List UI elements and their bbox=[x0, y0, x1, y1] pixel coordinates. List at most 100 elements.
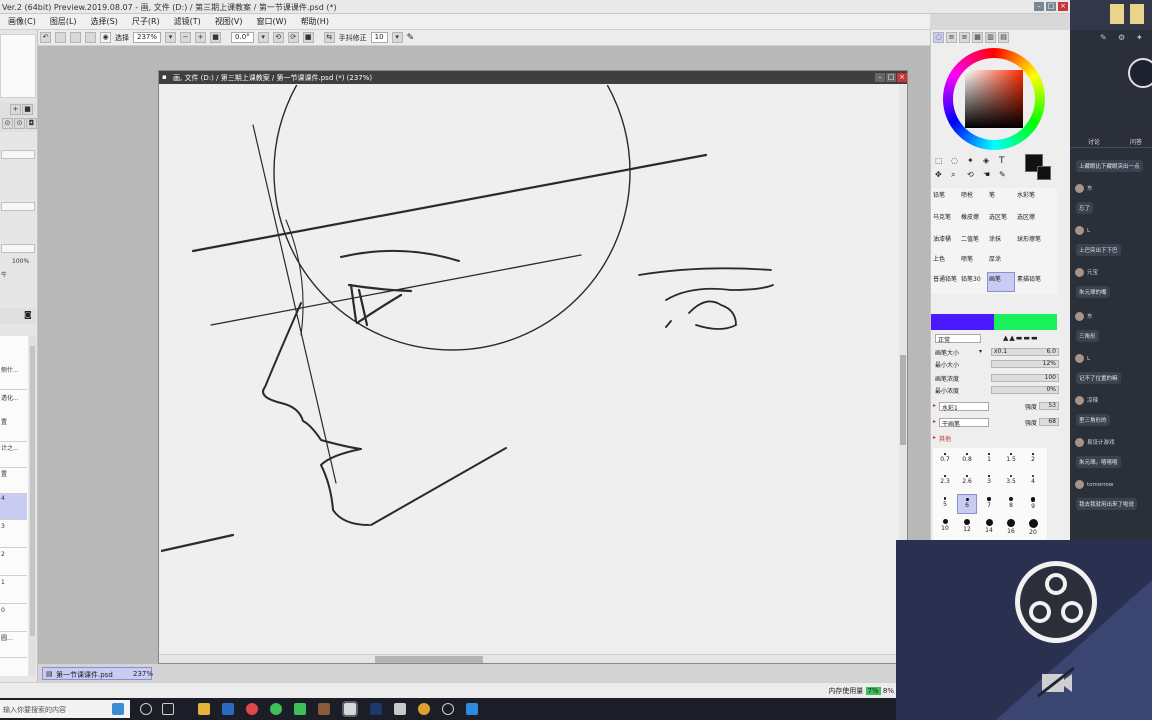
hand-icon[interactable]: ☚ bbox=[983, 170, 990, 179]
tool-bucket[interactable]: 油漆桶 bbox=[933, 234, 951, 243]
swatch-tab-icon[interactable]: ▦ bbox=[972, 32, 983, 43]
selection-toggle[interactable]: ◉ bbox=[100, 32, 111, 43]
saturation-value-square[interactable] bbox=[965, 70, 1023, 128]
size-slider[interactable]: x0.1 6.0 bbox=[991, 348, 1059, 356]
rotate-icon[interactable]: ⟲ bbox=[967, 170, 974, 179]
tool-thick[interactable]: 厚涂 bbox=[989, 254, 1001, 263]
menu-view[interactable]: 视图(V) bbox=[209, 16, 249, 27]
blend-mode-field-3[interactable] bbox=[1, 244, 35, 253]
density-slider[interactable]: 100 bbox=[991, 374, 1059, 382]
tool-binary[interactable]: 二值笔 bbox=[961, 234, 979, 243]
tool-color[interactable]: 上色 bbox=[933, 254, 945, 263]
vertical-scroll-thumb[interactable] bbox=[900, 355, 906, 445]
brush-size-option[interactable]: 8 bbox=[1001, 494, 1021, 514]
app-icon-2[interactable] bbox=[1130, 4, 1144, 24]
mixer-tab-icon[interactable]: ▥ bbox=[985, 32, 996, 43]
tool-normal-pencil[interactable]: 普通铅笔 bbox=[933, 274, 957, 283]
brush-size-option[interactable]: 5 bbox=[935, 494, 955, 514]
rect-select-icon[interactable]: ⬚ bbox=[935, 156, 943, 165]
minimize-button[interactable]: – bbox=[1034, 2, 1044, 11]
netease-icon[interactable] bbox=[246, 703, 258, 715]
text-icon[interactable]: T bbox=[999, 156, 1005, 166]
menu-layer[interactable]: 图层(L) bbox=[44, 16, 83, 27]
tab-discussion[interactable]: 讨论 bbox=[1088, 137, 1100, 146]
brush-size-option[interactable]: 3 bbox=[979, 472, 999, 492]
lasso-icon[interactable]: ◌ bbox=[951, 156, 958, 165]
document-tab[interactable]: ▤ 第一节课课件.psd 237% bbox=[42, 667, 153, 680]
zoom-dropdown[interactable]: ▾ bbox=[165, 32, 177, 43]
blend-mode-field[interactable] bbox=[1, 150, 35, 159]
layer-scroll-thumb[interactable] bbox=[30, 346, 35, 636]
blank-button-3[interactable] bbox=[85, 32, 96, 43]
app-icon-grey[interactable] bbox=[394, 703, 406, 715]
layer-scrollbar[interactable] bbox=[29, 336, 36, 676]
brush-size-option[interactable]: 4 bbox=[1023, 472, 1043, 492]
brush-size-option[interactable]: 14 bbox=[979, 516, 999, 536]
obs-icon[interactable] bbox=[442, 703, 454, 715]
brush-size-option[interactable]: 16 bbox=[1001, 516, 1021, 536]
blend-mode-select[interactable]: 正常 bbox=[935, 334, 981, 344]
hsv-tab-icon[interactable]: ≡ bbox=[959, 32, 970, 43]
layer-item[interactable]: 置 bbox=[0, 416, 27, 442]
blank-button[interactable] bbox=[55, 32, 66, 43]
layer-tool-buttons[interactable]: + ■ ⊙ ⊙ ◘ bbox=[0, 102, 37, 132]
rgb-tab-icon[interactable]: ≡ bbox=[946, 32, 957, 43]
search-icon[interactable] bbox=[140, 703, 152, 715]
expand-icon[interactable]: ▸ bbox=[933, 402, 936, 409]
navigator-preview[interactable] bbox=[0, 34, 36, 98]
move-icon[interactable]: ✥ bbox=[935, 170, 942, 179]
blank-button-2[interactable] bbox=[70, 32, 81, 43]
stabilizer-field[interactable]: 10 bbox=[370, 32, 388, 43]
merge-icon[interactable]: ⊙ bbox=[2, 118, 13, 129]
layer-item[interactable]: 透化... bbox=[0, 392, 27, 418]
zoom-icon[interactable]: ⌕ bbox=[951, 170, 955, 180]
drawing-canvas[interactable] bbox=[159, 0, 899, 655]
tool-smudge[interactable]: 涂抹 bbox=[989, 234, 1001, 243]
tool-pencil30[interactable]: 铅笔30 bbox=[961, 274, 981, 283]
wand-icon[interactable]: ✦ bbox=[967, 156, 974, 165]
settings-icon[interactable]: ⚙ bbox=[1118, 33, 1125, 42]
chrome-icon[interactable] bbox=[418, 703, 430, 715]
tool-select-eraser[interactable]: 选区擦 bbox=[1017, 212, 1035, 221]
brush-size-option[interactable]: 9 bbox=[1023, 494, 1043, 514]
tool-marker[interactable]: 马克笔 bbox=[933, 212, 951, 221]
layer-item-0[interactable]: 牛 bbox=[1, 270, 7, 279]
app-icon-brown[interactable] bbox=[318, 703, 330, 715]
lock-icon[interactable]: ◘ bbox=[26, 118, 37, 129]
rotate-right-button[interactable]: ⟳ bbox=[287, 32, 299, 43]
menu-ruler[interactable]: 尺子(R) bbox=[126, 16, 166, 27]
rotate-left-button[interactable]: ⟲ bbox=[272, 32, 284, 43]
settings-icon[interactable]: ◙ bbox=[24, 310, 32, 319]
tab-qa[interactable]: 问答 bbox=[1130, 137, 1142, 146]
blend-mode-field-2[interactable] bbox=[1, 202, 35, 211]
tool-eraser[interactable]: 橡皮擦 bbox=[961, 212, 979, 221]
brush-size-option[interactable]: 10 bbox=[935, 516, 955, 536]
layer-item[interactable]: 1 bbox=[0, 578, 27, 604]
app-icon[interactable] bbox=[1110, 4, 1124, 24]
menu-filter[interactable]: 滤镜(T) bbox=[168, 16, 207, 27]
layer-item[interactable]: 2 bbox=[0, 550, 27, 576]
tool-sketch-pencil[interactable]: 素描铅笔 bbox=[1017, 274, 1041, 283]
tool-pencil[interactable]: 铅笔 bbox=[933, 190, 945, 199]
edit-icon[interactable]: ✎ bbox=[1100, 33, 1107, 42]
pen-icon[interactable]: ✎ bbox=[407, 33, 415, 43]
brush-size-option[interactable]: 1.5 bbox=[1001, 450, 1021, 470]
brush-size-option[interactable]: 1 bbox=[979, 450, 999, 470]
tool-watercolor[interactable]: 水彩笔 bbox=[1017, 190, 1035, 199]
brush-size-option[interactable]: 6 bbox=[957, 494, 977, 514]
layer-item[interactable]: 0 bbox=[0, 606, 27, 632]
layer-item[interactable]: 侧什... bbox=[0, 364, 27, 390]
undo-button[interactable]: ↶ bbox=[40, 32, 51, 43]
mail-icon[interactable] bbox=[222, 703, 234, 715]
expand-icon-3[interactable]: ▸ bbox=[933, 434, 936, 441]
layer-item[interactable]: 置 bbox=[0, 468, 27, 494]
tool-ball-eraser[interactable]: 球形擦笔 bbox=[1017, 234, 1041, 243]
task-view-icon[interactable] bbox=[162, 703, 174, 715]
brush-size-option[interactable]: 20 bbox=[1023, 516, 1043, 536]
menu-image[interactable]: 画像(C) bbox=[2, 16, 42, 27]
flip-icon[interactable]: ⇆ bbox=[323, 32, 335, 43]
app-icon-green[interactable] bbox=[270, 703, 282, 715]
doc-maximize-button[interactable]: □ bbox=[886, 73, 896, 82]
horizontal-scrollbar[interactable] bbox=[159, 654, 899, 663]
tool-spray[interactable]: 喷笔 bbox=[961, 254, 973, 263]
